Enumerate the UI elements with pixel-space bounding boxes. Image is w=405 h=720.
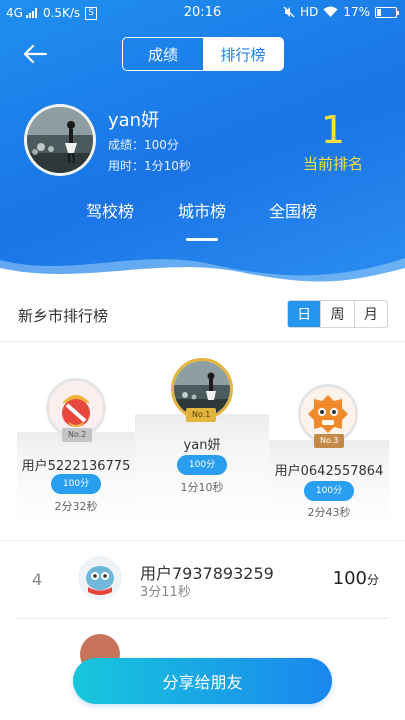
- top-segment-control: 成绩 排行榜: [122, 37, 284, 71]
- badge-rank-3: No.3: [314, 434, 345, 448]
- list-rank: 4: [32, 570, 43, 589]
- list-score: 100分: [333, 568, 379, 589]
- podium-score-1: 100分: [177, 455, 227, 475]
- podium-time-2: 2分32秒: [54, 500, 98, 513]
- podium-time-1: 1分10秒: [180, 481, 224, 494]
- board-tabs: 驾校榜 城市榜 全国榜: [0, 198, 405, 222]
- current-rank-value: 1: [320, 108, 346, 152]
- tab-leaderboard[interactable]: 排行榜: [203, 38, 283, 70]
- badge-rank-2: No.2: [62, 428, 93, 442]
- period-selector: 日 周 月: [287, 300, 388, 328]
- hd-indicator: HD: [300, 5, 319, 19]
- badge-rank-1: No.1: [186, 408, 217, 422]
- podium-name-1: yan妍: [183, 438, 221, 453]
- ranking-page: 4G 0.5K/s S 20:16 HD 17% 成绩 排行榜 yan妍 成绩：…: [0, 0, 405, 720]
- list-time: 3分11秒: [140, 585, 191, 600]
- list-score-value: 100: [332, 568, 367, 589]
- wifi-icon: [323, 6, 338, 18]
- user-time: 用时：1分10秒: [108, 159, 191, 173]
- podium-time-3: 2分43秒: [307, 506, 351, 519]
- mute-icon: [283, 6, 295, 18]
- tab-city[interactable]: 城市榜: [178, 198, 226, 222]
- podium-divider: [0, 540, 405, 541]
- list-score-unit: 分: [366, 573, 379, 587]
- current-rank-label: 当前排名: [302, 155, 363, 173]
- row-divider: [16, 618, 389, 619]
- battery-icon: [375, 6, 399, 18]
- section-divider: [0, 341, 405, 342]
- tab-national[interactable]: 全国榜: [269, 198, 317, 222]
- podium-score-3: 100分: [304, 481, 354, 501]
- list-avatar: [78, 556, 122, 600]
- period-week[interactable]: 周: [320, 301, 353, 327]
- user-avatar[interactable]: [24, 104, 96, 176]
- podium-name-2: 用户5222136775: [21, 459, 131, 474]
- period-day[interactable]: 日: [288, 301, 321, 327]
- header: 4G 0.5K/s S 20:16 HD 17% 成绩 排行榜 yan妍 成绩：…: [0, 0, 405, 298]
- period-month[interactable]: 月: [353, 301, 387, 327]
- header-wave: [0, 258, 405, 298]
- tab-driving-school[interactable]: 驾校榜: [86, 198, 134, 222]
- battery-level: 17%: [343, 5, 370, 19]
- podium-score-2: 100分: [51, 474, 101, 494]
- back-arrow-icon[interactable]: [20, 40, 50, 68]
- user-name: yan妍: [108, 110, 160, 131]
- user-score: 成绩：100分: [108, 138, 179, 152]
- tab-scores[interactable]: 成绩: [123, 38, 203, 70]
- section-title: 新乡市排行榜: [18, 307, 109, 325]
- podium-name-3: 用户0642557864: [274, 464, 384, 479]
- status-bar: 4G 0.5K/s S 20:16 HD 17%: [0, 0, 405, 26]
- share-button[interactable]: 分享给朋友: [73, 658, 332, 704]
